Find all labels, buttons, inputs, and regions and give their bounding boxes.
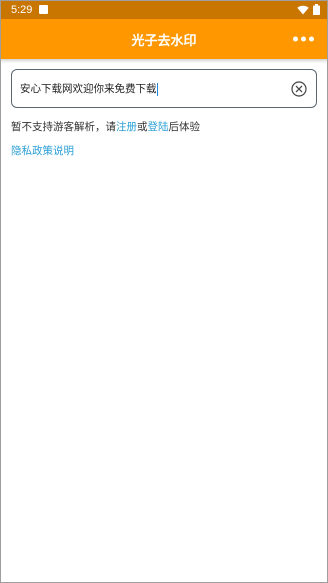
text-caret <box>156 82 158 96</box>
notice-middle: 或 <box>137 121 148 133</box>
register-link[interactable]: 注册 <box>116 121 137 133</box>
privacy-policy-link[interactable]: 隐私政策说明 <box>11 143 74 158</box>
battery-icon <box>313 4 320 15</box>
clear-circle-x-icon[interactable] <box>290 80 308 98</box>
status-time: 5:29 <box>11 3 33 16</box>
url-input[interactable]: 安心下载网欢迎你来免费下载 <box>11 69 317 108</box>
url-input-value[interactable]: 安心下载网欢迎你来免费下载 <box>20 81 290 96</box>
wifi-icon <box>297 5 309 14</box>
notice-prefix: 暂不支持游客解析，请 <box>11 121 116 133</box>
login-link[interactable]: 登陆 <box>148 121 169 133</box>
url-input-text: 安心下载网欢迎你来免费下载 <box>20 83 157 95</box>
app-bar: 光子去水印 <box>0 19 328 59</box>
more-dots-icon[interactable] <box>291 31 316 48</box>
status-right-icons <box>297 4 320 15</box>
guest-notice: 暂不支持游客解析，请注册或登陆后体验 <box>11 119 200 134</box>
status-bar: 5:29 <box>0 0 328 19</box>
app-title: 光子去水印 <box>131 33 197 49</box>
notice-suffix: 后体验 <box>168 121 201 133</box>
notification-square-icon <box>39 5 49 14</box>
